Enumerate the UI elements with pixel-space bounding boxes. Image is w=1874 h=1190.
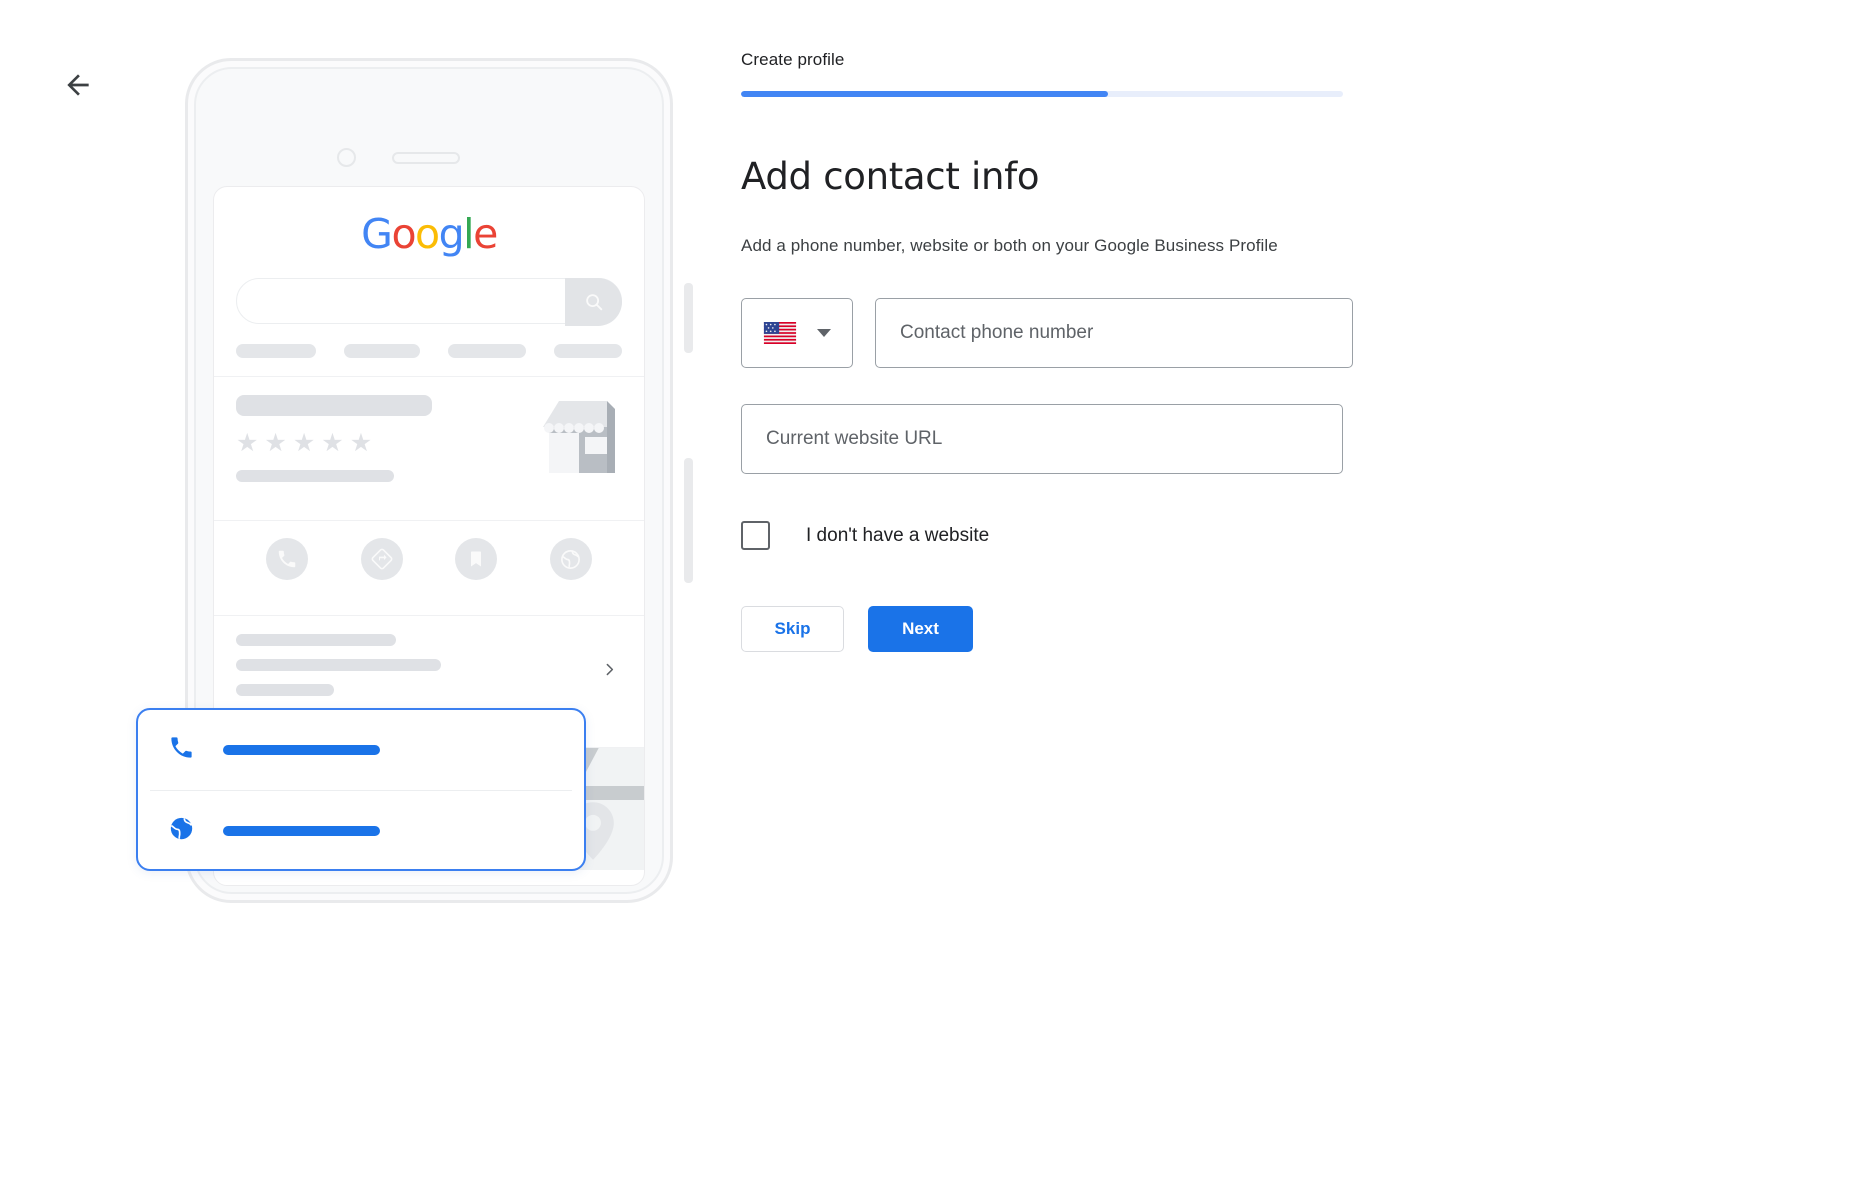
phone-camera-icon <box>337 148 356 167</box>
no-website-label: I don't have a website <box>806 524 990 546</box>
logo-letter-g2: g <box>438 210 465 258</box>
chevron-right-icon <box>601 661 618 683</box>
business-name-placeholder <box>236 395 432 416</box>
storefront-icon <box>537 397 621 480</box>
star-icon: ★ <box>264 429 287 457</box>
logo-letter-e: e <box>473 210 498 258</box>
no-website-checkbox-row[interactable]: I don't have a website <box>741 521 1441 550</box>
contact-callout-card <box>136 708 586 871</box>
preview-search-bar <box>236 278 622 326</box>
search-icon <box>565 278 622 326</box>
directions-icon <box>360 538 403 580</box>
website-url-placeholder: Current website URL <box>766 428 943 449</box>
placeholder-bar <box>236 659 441 671</box>
form-pane: Create profile Add contact info Add a ph… <box>741 0 1441 652</box>
placeholder-bar <box>236 634 396 646</box>
star-icon: ★ <box>321 429 344 457</box>
phone-preview: Google ★ ★ ★ ★ ★ <box>136 58 693 908</box>
chevron-down-icon <box>817 329 831 337</box>
placeholder-bar <box>236 684 334 696</box>
preview-action-row <box>214 521 644 597</box>
chip <box>343 344 420 358</box>
wizard-progress-fill <box>741 91 1109 97</box>
logo-letter-g1: G <box>361 210 393 258</box>
wizard-step-label: Create profile <box>741 50 845 69</box>
preview-business-card: ★ ★ ★ ★ ★ <box>214 377 644 502</box>
callout-website-row <box>138 791 584 871</box>
action-buttons: Skip Next <box>741 606 1441 652</box>
arrow-left-icon <box>67 74 89 96</box>
country-code-select[interactable] <box>741 298 853 368</box>
chip <box>236 344 316 358</box>
page-subtitle: Add a phone number, website or both on y… <box>741 236 1278 255</box>
page-root: Google ★ ★ ★ ★ ★ Create profile Add cont… <box>0 0 1874 1190</box>
chip <box>553 344 622 358</box>
star-icon: ★ <box>349 429 373 457</box>
next-button[interactable]: Next <box>868 606 973 652</box>
preview-chip-row <box>214 324 644 358</box>
website-globe-icon <box>549 538 592 580</box>
star-icon: ★ <box>292 429 316 457</box>
google-logo: Google <box>214 187 644 258</box>
phone-icon <box>266 538 309 580</box>
phone-speaker <box>392 152 460 164</box>
no-website-checkbox[interactable] <box>741 521 770 550</box>
phone-input[interactable]: Contact phone number <box>875 298 1353 368</box>
page-title: Add contact info <box>741 155 1040 198</box>
callout-phone-row <box>138 710 584 790</box>
bookmark-icon <box>455 538 498 580</box>
phone-icon <box>168 734 195 766</box>
us-flag-icon <box>763 322 797 344</box>
phone-power-button <box>684 458 693 583</box>
logo-letter-o1: o <box>391 210 416 258</box>
phone-input-placeholder: Contact phone number <box>900 322 1094 343</box>
skip-button[interactable]: Skip <box>741 606 844 652</box>
star-icon: ★ <box>236 429 259 457</box>
logo-letter-l: l <box>463 210 474 258</box>
callout-placeholder-bar <box>223 745 380 755</box>
website-url-input[interactable]: Current website URL <box>741 404 1343 474</box>
phone-volume-button <box>684 283 693 353</box>
chip <box>447 344 526 358</box>
back-button[interactable] <box>55 62 101 108</box>
wizard-progress-bar <box>741 91 1343 97</box>
phone-row: Contact phone number <box>741 298 1441 368</box>
callout-placeholder-bar <box>223 826 380 836</box>
website-globe-icon <box>168 815 195 847</box>
business-category-placeholder <box>236 470 394 482</box>
logo-letter-o2: o <box>415 210 440 258</box>
